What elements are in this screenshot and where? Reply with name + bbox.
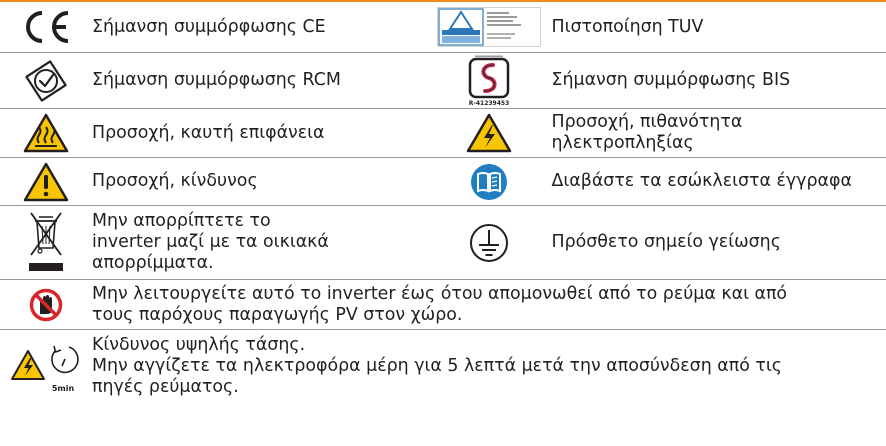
- do-not-touch-icon: [0, 279, 92, 330]
- five-min-caption: 5min: [52, 384, 75, 393]
- hot-surface-warning-icon: [0, 108, 92, 158]
- ground-earth-label: Πρόσθετο σημείο γείωσης: [551, 205, 886, 280]
- table-row: Μην λειτουργείτε αυτό το inverter έως ότ…: [0, 279, 886, 330]
- isolation-warning-text: Μην λειτουργείτε αυτό το inverter έως ότ…: [92, 279, 886, 330]
- table-row: Μην απορρίπτετε το inverter μαζί με τα ο…: [0, 205, 886, 280]
- tuv-certificate-icon: [426, 2, 552, 53]
- symbols-page: Σήμανση συμμόρφωσης CE Πιστοποίηση TUV Σ…: [0, 0, 886, 446]
- electric-shock-label: Προσοχή, πιθανότητα ηλεκτροπληξίας: [551, 108, 886, 158]
- general-danger-label: Προσοχή, κίνδυνος: [92, 157, 427, 206]
- bis-code-text: R-41239453: [469, 100, 510, 107]
- table-row: 5min Κίνδυνος υψηλής τάσης. Μην αγγίζετε…: [0, 330, 886, 403]
- electric-shock-label-line: ηλεκτροπληξίας: [551, 133, 694, 153]
- electric-shock-warning-icon: [426, 108, 552, 158]
- high-voltage-warning-text: Κίνδυνος υψηλής τάσης. Μην αγγίζετε τα η…: [92, 330, 886, 403]
- rcm-mark-icon: [0, 52, 92, 109]
- weee-crossed-bin-icon: [0, 205, 92, 280]
- ce-mark-icon: [0, 2, 92, 53]
- high-voltage-warning-line: Κίνδυνος υψηλής τάσης.: [92, 334, 306, 355]
- weee-label: Μην απορρίπτετε το inverter μαζί με τα ο…: [92, 205, 427, 280]
- high-voltage-warning-line: Μην αγγίζετε τα ηλεκτροφόρα μέρη για 5 λ…: [92, 355, 782, 376]
- ce-mark-label: Σήμανση συμμόρφωσης CE: [92, 2, 427, 53]
- general-danger-warning-icon: [0, 157, 92, 206]
- read-manual-label: Διαβάστε τα εσώκλειστα έγγραφα: [551, 157, 886, 206]
- table-row: Σήμανση συμμόρφωσης CE Πιστοποίηση TUV: [0, 2, 886, 53]
- high-voltage-5min-wait-icon: 5min: [0, 330, 92, 403]
- bis-mark-label: Σήμανση συμμόρφωσης BIS: [551, 52, 886, 109]
- tuv-certificate-label: Πιστοποίηση TUV: [551, 2, 886, 53]
- table-row: Προσοχή, καυτή επιφάνεια Προσοχή, πιθανό…: [0, 108, 886, 158]
- symbols-table: Σήμανση συμμόρφωσης CE Πιστοποίηση TUV Σ…: [0, 2, 886, 402]
- isolation-warning-line: Μην λειτουργείτε αυτό το inverter έως ότ…: [92, 283, 788, 304]
- weee-label-line: Μην απορρίπτετε το: [92, 211, 271, 231]
- weee-label-line: inverter μαζί με τα οικιακά: [92, 232, 329, 252]
- table-row: Προσοχή, κίνδυνος Διαβάστε τα εσώκλειστα…: [0, 157, 886, 206]
- rcm-mark-label: Σήμανση συμμόρφωσης RCM: [92, 52, 427, 109]
- table-row: Σήμανση συμμόρφωσης RCM R-41239453 Σήμαν…: [0, 52, 886, 109]
- weee-label-line: απορρίμματα.: [92, 253, 214, 273]
- electric-shock-label-line: Προσοχή, πιθανότητα: [551, 112, 743, 132]
- ground-earth-icon: [426, 205, 552, 280]
- isolation-warning-line: τους παρόχους παραγωγής PV στον χώρο.: [92, 304, 463, 325]
- hot-surface-label: Προσοχή, καυτή επιφάνεια: [92, 108, 427, 158]
- read-manual-icon: [426, 157, 552, 206]
- bis-mark-icon: R-41239453: [426, 52, 552, 109]
- high-voltage-warning-line: πηγές ρεύματος.: [92, 376, 239, 397]
